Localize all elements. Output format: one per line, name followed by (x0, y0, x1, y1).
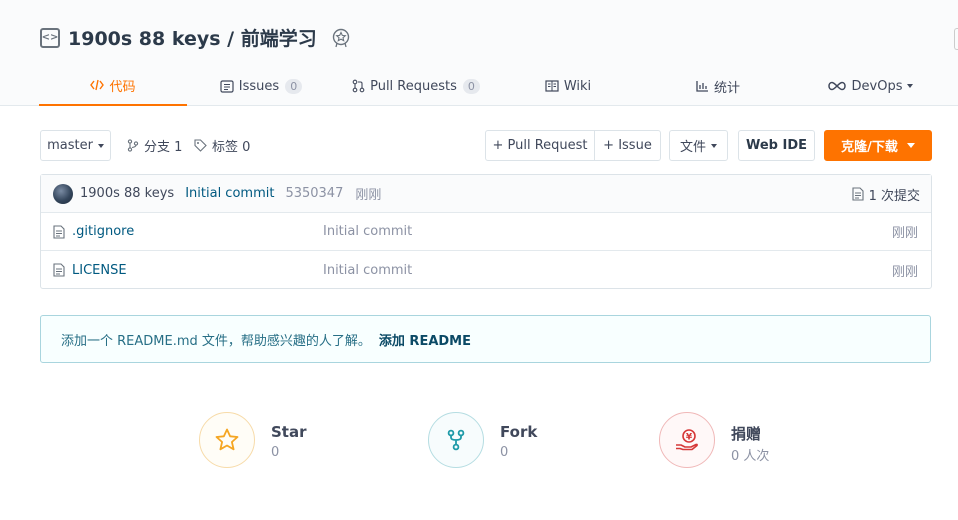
chevron-down-icon (97, 143, 104, 148)
file-icon (53, 225, 65, 239)
branch-icon (127, 139, 139, 152)
commit-time: 刚刚 (355, 188, 382, 203)
avatar[interactable] (53, 183, 73, 204)
tab-issues-label: Issues (238, 78, 280, 94)
commit-sha[interactable]: 5350347 (285, 186, 343, 201)
commits-link[interactable]: 1 次提交 (852, 175, 920, 213)
fork-label: Fork (500, 423, 538, 441)
pull-requests-count-badge: 0 (462, 78, 480, 94)
stats-icon (696, 80, 709, 92)
repo-code-icon: <> (40, 27, 60, 48)
clone-download-label: 克隆/下载 (841, 140, 898, 155)
branches-link[interactable]: 分支 1 (127, 130, 182, 161)
file-commit-time: 刚刚 (891, 264, 918, 280)
file-commit-message[interactable]: Initial commit (323, 224, 412, 239)
tab-code-label: 代码 (109, 79, 136, 95)
commits-icon (852, 187, 864, 201)
donate-count: 0 人次 (731, 449, 770, 464)
star-label: Star (271, 423, 307, 441)
tab-pull-requests-label: Pull Requests (370, 78, 457, 94)
web-ide-label: Web IDE (745, 138, 808, 153)
tags-count: 标签 0 (212, 140, 251, 155)
wiki-icon (545, 80, 559, 92)
commit-author[interactable]: 1900s 88 keys (80, 186, 174, 201)
devops-icon (827, 81, 847, 91)
branch-select-label: master (47, 138, 93, 153)
list-item: LICENSE Initial commit 刚刚 (41, 251, 931, 289)
files-dropdown[interactable]: 文件 (669, 130, 728, 161)
tab-stats-label: 统计 (713, 80, 740, 96)
recommend-badge-icon[interactable] (331, 28, 351, 48)
new-pull-request-label: + Pull Request (492, 138, 588, 153)
repo-title-row: <> 1900s 88 keys / 前端学习 (40, 24, 351, 51)
tab-stats[interactable]: 统计 (640, 66, 796, 106)
add-readme-link[interactable]: 添加 README (379, 330, 471, 349)
repo-header: <> 1900s 88 keys / 前端学习 代码 Issues 0 Pull… (0, 0, 958, 106)
file-name[interactable]: LICENSE (72, 263, 127, 278)
new-pull-request-button[interactable]: + Pull Request (485, 130, 595, 161)
tab-pull-requests[interactable]: Pull Requests 0 (336, 66, 496, 106)
web-ide-button[interactable]: Web IDE (738, 130, 815, 161)
file-name[interactable]: .gitignore (72, 224, 134, 239)
pull-request-icon (352, 79, 365, 93)
issues-icon (220, 79, 234, 93)
files-dropdown-label: 文件 (679, 140, 706, 155)
repo-toolbar: master 分支 1 标签 0 + Pull Request + Issue … (40, 130, 932, 161)
latest-commit-row: 1900s 88 keys Initial commit 5350347 刚刚 … (41, 175, 931, 213)
file-list: 1900s 88 keys Initial commit 5350347 刚刚 … (40, 174, 932, 289)
fork-count: 0 (500, 445, 509, 460)
donate-icon[interactable]: ¥ (659, 412, 715, 468)
tab-code[interactable]: 代码 (39, 66, 187, 106)
repo-title[interactable]: 1900s 88 keys / 前端学习 (68, 24, 317, 51)
chevron-down-icon (907, 84, 914, 88)
file-commit-time: 刚刚 (891, 226, 918, 241)
svg-text:¥: ¥ (686, 433, 693, 443)
star-icon[interactable] (199, 412, 255, 468)
tab-devops-label: DevOps (851, 78, 903, 94)
issues-count-badge: 0 (285, 78, 303, 94)
new-issue-button[interactable]: + Issue (594, 130, 661, 161)
tags-link[interactable]: 标签 0 (194, 130, 250, 161)
tab-issues[interactable]: Issues 0 (186, 66, 336, 106)
readme-notice-text: 添加一个 README.md 文件，帮助感兴趣的人了解。 (61, 333, 371, 349)
donate-label: 捐赠 (731, 425, 762, 443)
file-commit-message[interactable]: Initial commit (323, 263, 412, 278)
tag-icon (194, 139, 207, 152)
list-item: .gitignore Initial commit 刚刚 (41, 213, 931, 251)
side-panel-edge[interactable] (954, 28, 958, 50)
fork-icon[interactable] (428, 412, 484, 468)
commit-message[interactable]: Initial commit (185, 186, 274, 201)
branch-select[interactable]: master (40, 130, 111, 161)
code-icon (90, 79, 105, 91)
tab-devops[interactable]: DevOps (796, 66, 944, 106)
readme-notice: 添加一个 README.md 文件，帮助感兴趣的人了解。 添加 README (40, 315, 931, 363)
star-count: 0 (271, 445, 280, 460)
commits-count: 1 次提交 (868, 188, 920, 204)
file-icon (53, 263, 65, 277)
clone-download-button[interactable]: 克隆/下载 (824, 130, 932, 161)
tab-wiki-label: Wiki (563, 78, 592, 94)
repo-tabs: 代码 Issues 0 Pull Requests 0 Wiki 统计 DevO… (0, 66, 958, 106)
branches-count: 分支 1 (144, 140, 183, 155)
tab-wiki[interactable]: Wiki (496, 66, 640, 106)
chevron-down-icon (906, 143, 915, 148)
new-issue-label: + Issue (603, 138, 652, 153)
chevron-down-icon (711, 143, 717, 148)
